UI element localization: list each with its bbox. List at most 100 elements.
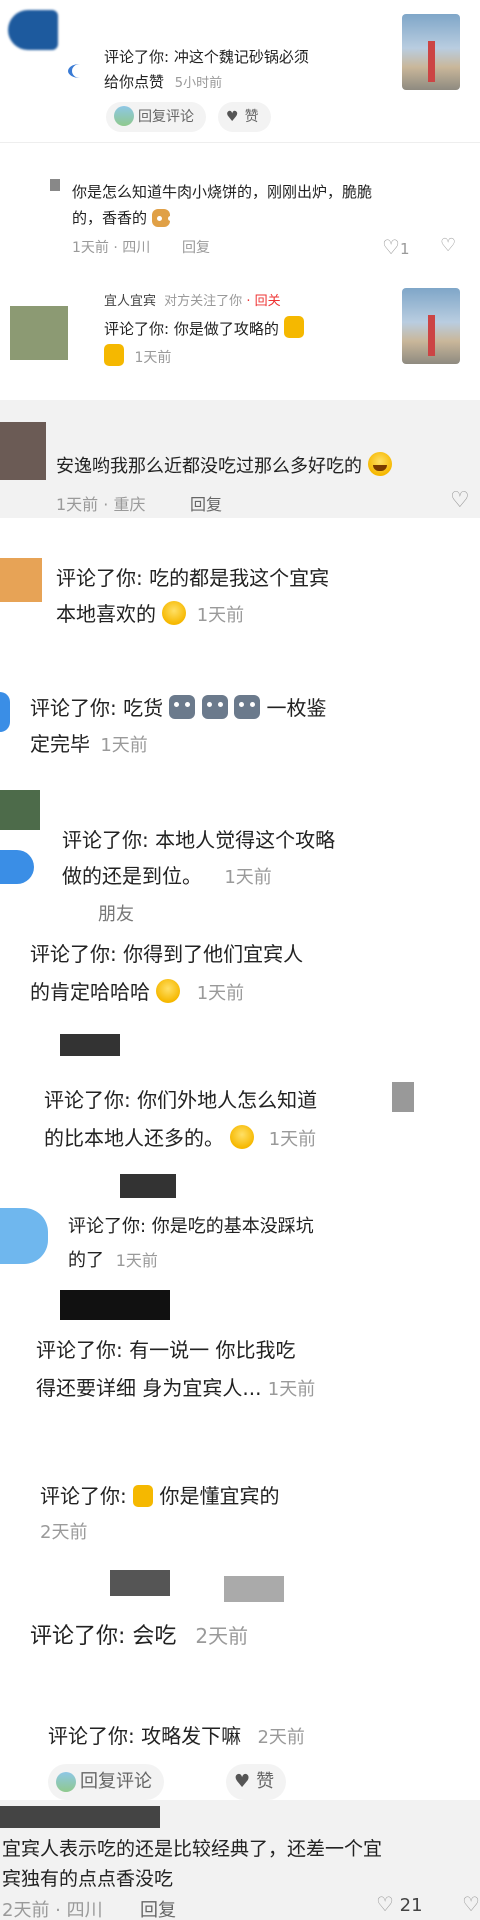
comment-text: 评论了你: 冲这个魏记砂锅必须 [104,48,309,66]
comment-text-line2: 的肯定哈哈哈 [30,980,150,1004]
reply-icon [114,106,134,126]
comment-item[interactable]: 宜宾人表示吃的还是比较经典了，还差一个宜 宾独有的点点香没吃 2天前 · 四川 … [0,1800,480,1920]
laughing-emoji-icon [367,452,392,476]
timestamp: 1天前 [268,1129,317,1150]
like-icon[interactable]: ♡ [450,488,470,513]
notification-item[interactable]: 评论了你: 吃的都是我这个宜宾 本地喜欢的 1天前 [0,518,480,650]
like-button[interactable]: ♡ 21 [376,1892,423,1916]
thumbs-up-emoji-icon [104,344,124,366]
dislike-icon[interactable]: ♡ [440,235,456,256]
comment-text: 评论了你: 本地人觉得这个攻略 [62,828,336,852]
thumbs-up-emoji-icon [133,1485,154,1507]
avatar[interactable] [120,1174,176,1198]
comment-text: 你是怎么知道牛肉小烧饼的，刚刚出炉，脆脆 [72,183,373,201]
notification-item[interactable]: 评论了你: 吃货 一枚鉴 定完毕 1天前 [0,650,480,770]
avatar[interactable] [224,1576,284,1602]
comment-text-line3: 定完毕 [30,732,90,756]
timestamp: 5小时前 [174,76,223,91]
heart-icon: ♥ [226,109,239,125]
avatar[interactable] [60,1290,170,1320]
comment-text: 评论了你: 会吃 [30,1624,177,1649]
reply-comment-button[interactable]: 回复评论 [48,1764,164,1800]
notification-item[interactable]: 评论了你: 本地人觉得这个攻略 做的还是到位。 1天前 [0,770,480,900]
notification-item[interactable]: 朋友 评论了你: 你得到了他们宜宾人 的肯定哈哈哈 1天前 [0,900,480,1030]
comment-text: 评论了你: 吃货 [30,696,164,720]
comment-text: 宜宾人表示吃的还是比较经典了，还差一个宜 [2,1838,383,1860]
husky-emoji-icon [234,695,261,719]
reply-comment-button[interactable]: 回复评论 [106,102,206,132]
comment-text: 评论了你: 有一说一 你比我吃 [36,1338,296,1362]
avatar[interactable] [8,10,58,50]
notification-item[interactable]: 评论了你: 攻略发下嘛 2天前 回复评论 ♥ 赞 [0,1690,480,1800]
dislike-icon[interactable]: ♡ [462,1892,480,1916]
comment-text-line2: 给你点赞 [104,73,165,91]
husky-emoji-icon [201,695,228,719]
like-button[interactable]: ♡1 [382,235,409,259]
comment-text: 评论了你: 你是吃的基本没踩坑 [68,1216,314,1237]
scrollbar-thumb[interactable] [392,1082,414,1112]
location-meta: 1天前 · 重庆 [56,495,146,514]
notification-item[interactable]: 宜人宜宾 对方关注了你 · 回关 评论了你: 你是做了攻略的 1天前 [0,270,480,400]
comment-text-line2: 的了 [68,1250,104,1271]
timestamp: 1天前 [115,1251,158,1270]
comment-text-line2: 的比本地人还多的。 [44,1126,224,1150]
comment-text-line2: 的，香香的 [72,209,148,227]
comment-text-line2: 一枚鉴 [266,696,327,720]
avatar[interactable] [0,422,46,480]
heart-icon: ♡ [376,1892,394,1916]
comment-text-line2: 你是懂宜宾的 [159,1484,280,1508]
timestamp: 1天前 [100,735,148,756]
avatar[interactable] [0,692,10,732]
avatar[interactable] [10,306,68,360]
teary-emoji-icon [156,979,181,1003]
timestamp: 2天前 [40,1522,88,1543]
verified-badge [68,64,92,78]
reply-button[interactable]: 回复 [182,237,210,257]
post-thumbnail[interactable] [402,14,460,90]
comment-text: 评论了你: 攻略发下嘛 [48,1724,242,1748]
avatar[interactable] [0,1208,48,1264]
thumbs-up-emoji-icon [283,316,304,338]
timestamp: 1天前 [196,983,245,1004]
heart-icon: ♡ [382,235,400,259]
avatar[interactable] [110,1570,170,1596]
comment-text: 评论了你: 吃的都是我这个宜宾 [56,566,330,590]
notification-item[interactable]: 评论了你: 你是吃的基本没踩坑 的了 1天前 [0,1160,480,1290]
timestamp: 1天前 [134,350,172,366]
follow-status: 宜人宜宾 对方关注了你 · 回关 [104,294,281,309]
comment-text: 评论了你: [40,1484,134,1508]
timestamp: 1天前 [224,867,272,888]
post-thumbnail[interactable] [402,288,460,364]
timestamp: 1天前 [267,1379,316,1400]
comment-item[interactable]: 安逸哟我那么近都没吃过那么多好吃的 1天前 · 重庆 回复 ♡ [0,400,480,518]
notification-item[interactable]: 评论了你: 会吃 2天前 [0,1570,480,1690]
avatar[interactable] [60,1034,120,1056]
notification-item[interactable]: 评论了你: 冲这个魏记砂锅必须 给你点赞 5小时前 回复评论 ♥ 赞 [0,0,480,142]
location-meta: 2天前 · 四川 [2,1900,103,1920]
comment-text: 评论了你: 你们外地人怎么知道 [44,1088,318,1112]
heart-icon: ♥ [234,1771,251,1792]
comment-text-line2: 本地喜欢的 [56,602,156,626]
comment-item[interactable]: 你是怎么知道牛肉小烧饼的，刚刚出炉，脆脆 的，香香的 1天前 · 四川 回复 ♡… [0,142,480,265]
cat-emoji-icon [151,209,170,227]
notification-item[interactable]: 评论了你: 有一说一 你比我吃 得还要详细 身为宜宾人... 1天前 [0,1290,480,1440]
notification-item[interactable]: 评论了你: 你们外地人怎么知道 的比本地人还多的。 1天前 [0,1030,480,1160]
avatar[interactable] [0,558,42,602]
notification-item[interactable]: 评论了你: 你是懂宜宾的 2天前 [0,1440,480,1570]
reply-button[interactable]: 回复 [190,491,222,515]
avatar[interactable] [0,790,40,830]
comment-text-line2: 做的还是到位。 [62,864,202,888]
comment-text: 评论了你: 你得到了他们宜宾人 [30,942,304,966]
husky-emoji-icon [169,695,196,719]
grin-emoji-icon [162,601,187,625]
like-button[interactable]: ♥ 赞 [218,102,271,132]
reply-button[interactable]: 回复 [140,1896,176,1920]
like-button[interactable]: ♥ 赞 [226,1764,287,1800]
avatar[interactable] [0,1806,160,1828]
comment-text-line2: 得还要详细 身为宜宾人... [36,1376,262,1400]
location-meta: 1天前 · 四川 [72,240,151,256]
avatar[interactable] [50,179,60,191]
follow-back-button[interactable]: · 回关 [246,294,280,309]
reply-icon [56,1772,76,1792]
friend-tag: 朋友 [98,904,134,925]
